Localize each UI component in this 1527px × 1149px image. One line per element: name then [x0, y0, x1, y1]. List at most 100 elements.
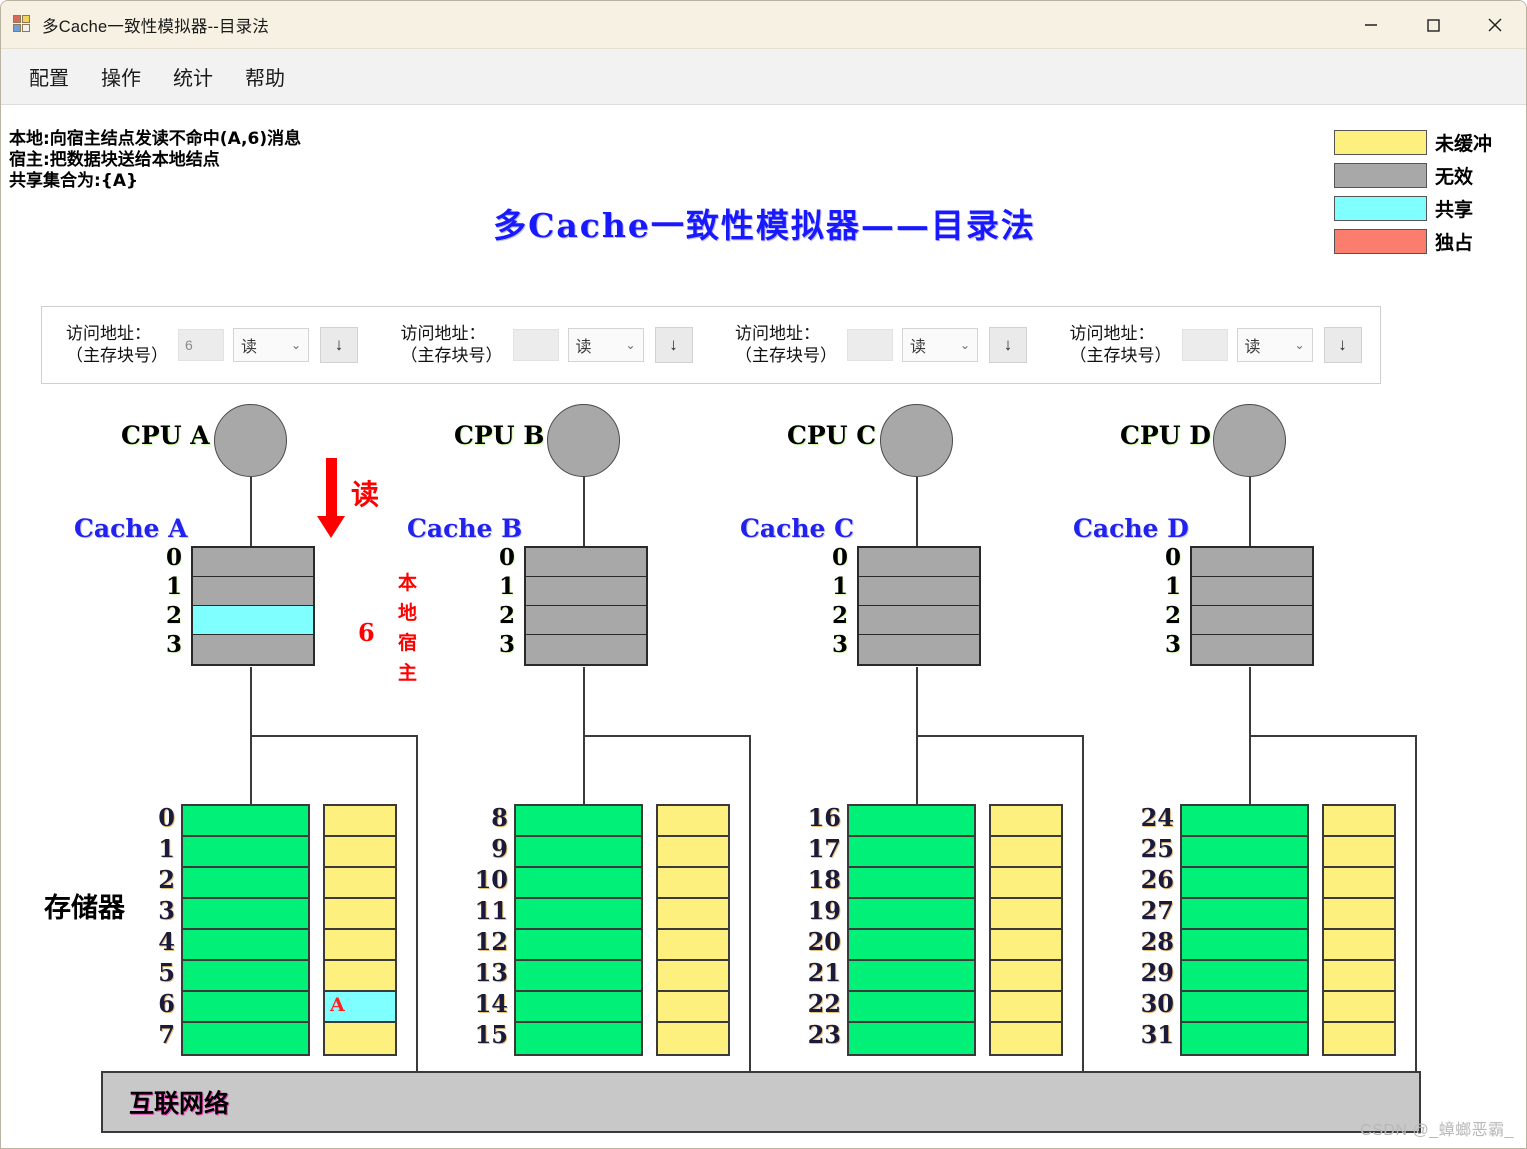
cache-row-index: 1: [499, 573, 516, 600]
memory-row[interactable]: 2: [158, 865, 308, 899]
menu-item-help[interactable]: 帮助: [235, 58, 295, 95]
memory-row[interactable]: 26: [1141, 865, 1307, 899]
cache-row[interactable]: 3: [499, 631, 646, 664]
maximize-button[interactable]: [1402, 1, 1464, 48]
memory-row[interactable]: 15: [475, 1020, 641, 1054]
memory-row[interactable]: 0: [158, 803, 308, 837]
menu-item-operate[interactable]: 操作: [91, 58, 151, 95]
read-operation-label: 读: [351, 478, 380, 511]
cpu-a[interactable]: [214, 404, 287, 477]
cache-row[interactable]: 0: [1165, 544, 1312, 577]
directory-row[interactable]: [1324, 837, 1394, 868]
cache-row[interactable]: 1: [832, 573, 979, 606]
memory-row[interactable]: 27: [1141, 896, 1307, 930]
cache-row[interactable]: 1: [499, 573, 646, 606]
memory-row[interactable]: 16: [808, 803, 974, 837]
cache-row[interactable]: 0: [166, 544, 313, 577]
memory-row[interactable]: 5: [158, 958, 308, 992]
cpu-cache-wire-a: [250, 477, 252, 546]
memory-row[interactable]: 14: [475, 989, 641, 1023]
directory-row[interactable]: [1324, 806, 1394, 837]
memory-row[interactable]: 6: [158, 989, 308, 1023]
memory-row[interactable]: 31: [1141, 1020, 1307, 1054]
memory-row[interactable]: 24: [1141, 803, 1307, 837]
memory-row[interactable]: 19: [808, 896, 974, 930]
memory-row[interactable]: 4: [158, 927, 308, 961]
operation-select-value-d: 读: [1244, 339, 1261, 356]
directory-row[interactable]: [1324, 899, 1394, 930]
memory-row[interactable]: 11: [475, 896, 641, 930]
memory-blocks-a: 01234567: [158, 803, 310, 1056]
node-bus-to-network-d: [1415, 735, 1417, 1127]
memory-row[interactable]: 30: [1141, 989, 1307, 1023]
directory-row[interactable]: [1324, 961, 1394, 992]
memory-row[interactable]: 17: [808, 834, 974, 868]
operation-select-c[interactable]: 读 ⌄: [902, 328, 978, 362]
cache-row[interactable]: 2: [166, 602, 313, 635]
step-button-b[interactable]: ↓: [654, 327, 693, 363]
directory-row[interactable]: [1324, 930, 1394, 961]
cache-label-d: Cache D: [1073, 514, 1189, 543]
minimize-button[interactable]: [1340, 1, 1402, 48]
menu-item-stats[interactable]: 统计: [163, 58, 223, 95]
address-input-b[interactable]: [512, 329, 559, 361]
close-icon: [1488, 18, 1502, 31]
memory-row[interactable]: 7: [158, 1020, 308, 1054]
memory-row[interactable]: 1: [158, 834, 308, 868]
address-input-d[interactable]: [1181, 329, 1228, 361]
memory-row-index: 24: [1140, 803, 1174, 832]
cache-row[interactable]: 0: [832, 544, 979, 577]
cache-row[interactable]: 3: [832, 631, 979, 664]
cpu-b[interactable]: [547, 404, 620, 477]
cache-row[interactable]: 3: [1165, 631, 1312, 664]
close-button[interactable]: [1464, 1, 1526, 48]
memory-row[interactable]: 23: [808, 1020, 974, 1054]
memory-row[interactable]: 10: [475, 865, 641, 899]
directory-row[interactable]: [1324, 1023, 1394, 1054]
step-button-d[interactable]: ↓: [1323, 327, 1362, 363]
legend-label-invalid: 无效: [1434, 165, 1473, 188]
memory-row-index: 27: [1140, 896, 1174, 925]
memory-row[interactable]: 25: [1141, 834, 1307, 868]
cache-row[interactable]: 2: [1165, 602, 1312, 635]
step-button-c[interactable]: ↓: [989, 327, 1027, 363]
memory-row[interactable]: 28: [1141, 927, 1307, 961]
cache-row[interactable]: 1: [1165, 573, 1312, 606]
memory-row[interactable]: 8: [491, 803, 641, 837]
cache-bus-wire-d: [1249, 667, 1251, 735]
directory-row[interactable]: [1324, 992, 1394, 1023]
operation-select-a[interactable]: 读 ⌄: [233, 328, 309, 362]
cpu-cache-wire-b: [583, 477, 585, 546]
cache-row-index: 2: [166, 602, 183, 629]
memory-row[interactable]: 3: [158, 896, 308, 930]
menu-item-config[interactable]: 配置: [19, 58, 79, 95]
cache-row[interactable]: 1: [166, 573, 313, 606]
cache-row[interactable]: 2: [832, 602, 979, 635]
operation-select-d[interactable]: 读 ⌄: [1236, 328, 1313, 362]
memory-row[interactable]: 13: [475, 958, 641, 992]
window-title: 多Cache一致性模拟器--目录法: [42, 17, 270, 36]
status-line-shared: 共享集合为:{A}: [9, 171, 139, 191]
memory-row[interactable]: 12: [475, 927, 641, 961]
operation-select-b[interactable]: 读 ⌄: [567, 328, 644, 362]
cache-row[interactable]: 3: [166, 631, 313, 664]
cache-row-index: 1: [832, 573, 849, 600]
directory-row[interactable]: [1324, 868, 1394, 899]
address-input-a[interactable]: 6: [178, 329, 224, 361]
cache-row[interactable]: 0: [499, 544, 646, 577]
cache-label-a: Cache A: [74, 514, 188, 543]
cache-row[interactable]: 2: [499, 602, 646, 635]
memory-row[interactable]: 20: [808, 927, 974, 961]
cpu-d[interactable]: [1213, 404, 1286, 477]
memory-row[interactable]: 22: [808, 989, 974, 1023]
memory-row[interactable]: 21: [808, 958, 974, 992]
memory-row[interactable]: 9: [491, 834, 641, 868]
step-button-a[interactable]: ↓: [320, 327, 358, 363]
memory-row-index: 6: [158, 989, 175, 1018]
cache-row-index: 0: [499, 544, 516, 571]
memory-row[interactable]: 29: [1141, 958, 1307, 992]
access-label-b: 访问地址： （主存块号）: [400, 324, 503, 366]
address-input-c[interactable]: [847, 329, 893, 361]
cpu-c[interactable]: [880, 404, 953, 477]
memory-row[interactable]: 18: [808, 865, 974, 899]
